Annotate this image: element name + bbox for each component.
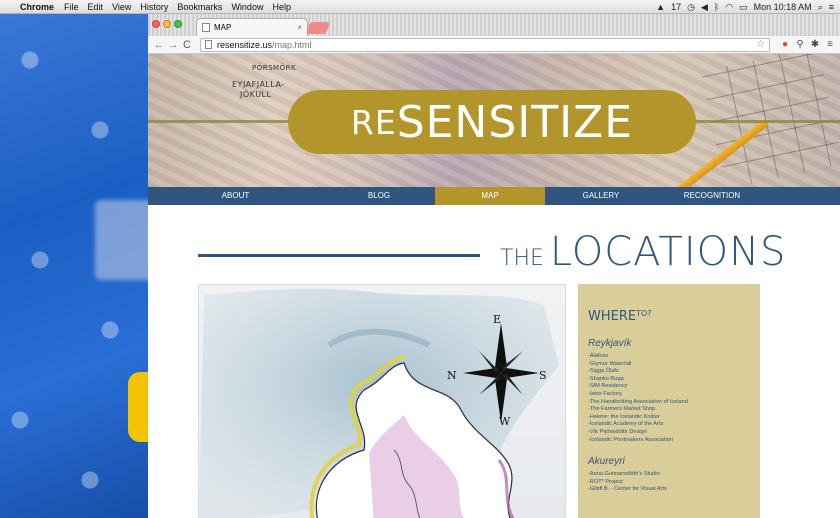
nav-map[interactable]: MAP (435, 187, 545, 205)
chrome-menu-icon[interactable]: ≡ (824, 39, 836, 50)
logo-main: SENSITIZE (396, 96, 634, 148)
location-link[interactable]: -Álafoss (588, 353, 750, 361)
menu-history[interactable]: History (140, 0, 168, 14)
menu-bookmarks[interactable]: Bookmarks (177, 0, 222, 14)
page-title: THE LOCATIONS (500, 229, 786, 275)
sidebar-title-sup: TO? (636, 309, 652, 318)
desktop-background (0, 0, 155, 518)
menu-window[interactable]: Window (231, 0, 263, 14)
site-logo[interactable]: RE SENSITIZE (288, 90, 696, 154)
compass-label-e: E (493, 313, 501, 326)
nav-recognition[interactable]: RECOGNITION (657, 187, 767, 205)
heading-rule (198, 254, 480, 257)
sidebar-title-main: WHERE (588, 309, 637, 324)
bookmark-star-icon[interactable]: ☆ (756, 39, 765, 50)
adobe-icon[interactable]: ▲ (656, 0, 665, 14)
tab-title: MAP (214, 23, 232, 32)
back-button[interactable]: ← (152, 39, 166, 51)
url-path: /map.html (272, 39, 312, 50)
menu-edit[interactable]: Edit (88, 0, 104, 14)
compass-label-n: N (447, 369, 457, 382)
location-link[interactable]: -Ístex Factory (588, 391, 750, 399)
location-link[interactable]: -SIM Residency (588, 383, 750, 391)
logo-prefix: RE (350, 102, 397, 142)
compass-label-s: S (539, 369, 547, 382)
tab-map[interactable]: MAP × (196, 18, 308, 36)
location-link[interactable]: -Icelandic Academy of the Arts (588, 421, 750, 429)
address-bar[interactable]: resensitize.us /map.html ☆ (200, 37, 770, 52)
location-link[interactable]: -The Handknitting Association of Iceland (588, 399, 750, 407)
location-link[interactable]: -Gilsfl B. - Center for Visual Arts (588, 486, 750, 494)
forward-button[interactable]: → (166, 39, 180, 51)
sidebar-city-reykjavik: Reykjavík (588, 338, 632, 349)
desktop-card (95, 200, 155, 280)
volume-icon[interactable]: ◀ (701, 0, 708, 14)
nav-about[interactable]: ABOUT (148, 187, 323, 205)
wifi-icon[interactable]: ◠ (725, 0, 733, 14)
tab-strip: MAP × (148, 14, 840, 36)
browser-toolbar: ← → C resensitize.us /map.html ☆ ● ⚲ ✱ ≡ (148, 36, 840, 54)
akureyri-locations: -Anna Gunnarsdóttir's Studio -RÓT* Proje… (588, 471, 750, 494)
extension-gear-icon[interactable]: ✱ (809, 39, 821, 50)
spotlight-icon[interactable]: ⌕ (818, 0, 823, 14)
compass-label-w: W (499, 415, 511, 428)
nav-gallery[interactable]: GALLERY (545, 187, 657, 205)
location-link[interactable]: -RÓT* Project (588, 479, 750, 487)
minimize-window-button[interactable] (163, 20, 171, 28)
reykjavik-locations: -Álafoss -Glymur Waterfall -Sigga Ólafs … (588, 353, 750, 444)
extension-link-icon[interactable]: ⚲ (794, 39, 806, 50)
menu-file[interactable]: File (64, 0, 79, 14)
web-page: PÓRSMÖRK EYJAFJALLA- JÖKULL RE SENSITIZE … (148, 54, 840, 518)
app-menu-chrome[interactable]: Chrome (20, 0, 54, 14)
status-count[interactable]: 17 (671, 0, 681, 14)
menu-view[interactable]: View (112, 0, 131, 14)
page-icon (205, 40, 212, 49)
sidebar-city-akureyri: Akureyri (588, 456, 625, 468)
url-host: resensitize.us (217, 39, 273, 50)
clock[interactable]: Mon 10:18 AM (754, 0, 812, 14)
time-machine-icon[interactable]: ◷ (687, 0, 695, 14)
location-link[interactable]: -Icelandic Printmakers Association (588, 437, 750, 445)
menu-help[interactable]: Help (272, 0, 291, 14)
new-tab-button[interactable] (305, 22, 331, 34)
browser-window: MAP × ← → C resensitize.us /map.html ☆ ●… (148, 14, 840, 518)
page-title-prefix: THE (500, 246, 544, 271)
mac-menubar: Chrome File Edit View History Bookmarks … (0, 0, 840, 14)
sidebar-title: WHERETO? (588, 309, 750, 324)
window-controls (152, 20, 182, 28)
map-illustration: N E S W (199, 288, 559, 518)
location-link[interactable]: -Vík Prjónsdóttir Design (588, 429, 750, 437)
header-banner: PÓRSMÖRK EYJAFJALLA- JÖKULL RE SENSITIZE (148, 54, 840, 194)
location-link[interactable]: -Helene: the Icelandic Knitter (588, 414, 750, 422)
where-to-sidebar: WHERETO? Reykjavík -Álafoss -Glymur Wate… (578, 284, 760, 518)
location-link[interactable]: -Sigga Ólafs (588, 368, 750, 376)
reload-button[interactable]: C (180, 39, 194, 51)
site-nav: ABOUT BLOG MAP GALLERY RECOGNITION (148, 187, 840, 205)
page-favicon-icon (202, 23, 210, 32)
zoom-window-button[interactable] (174, 20, 182, 28)
banner-map-label: JÖKULL (240, 90, 272, 99)
iceland-watercolor-map[interactable]: N E S W (198, 284, 566, 518)
bluetooth-icon[interactable]: ᛒ (714, 0, 719, 14)
close-window-button[interactable] (152, 20, 160, 28)
menubar-status-area: ▲ 17 ◷ ◀ ᛒ ◠ ▭ Mon 10:18 AM ⌕ ≡ (656, 0, 840, 14)
battery-icon[interactable]: ▭ (739, 0, 748, 14)
extension-red-icon[interactable]: ● (779, 39, 791, 50)
notification-center-icon[interactable]: ≡ (829, 0, 834, 14)
page-title-main: LOCATIONS (549, 229, 787, 275)
location-link[interactable]: -Shanko Ruga (588, 376, 750, 384)
location-link[interactable]: -Anna Gunnarsdóttir's Studio (588, 471, 750, 479)
location-link[interactable]: -The Farmers Market Shop (588, 406, 750, 414)
tab-close-icon[interactable]: × (297, 23, 302, 32)
nav-blog[interactable]: BLOG (323, 187, 435, 205)
banner-map-label: PÓRSMÖRK (252, 64, 297, 72)
banner-map-label: EYJAFJALLA- (232, 80, 285, 89)
